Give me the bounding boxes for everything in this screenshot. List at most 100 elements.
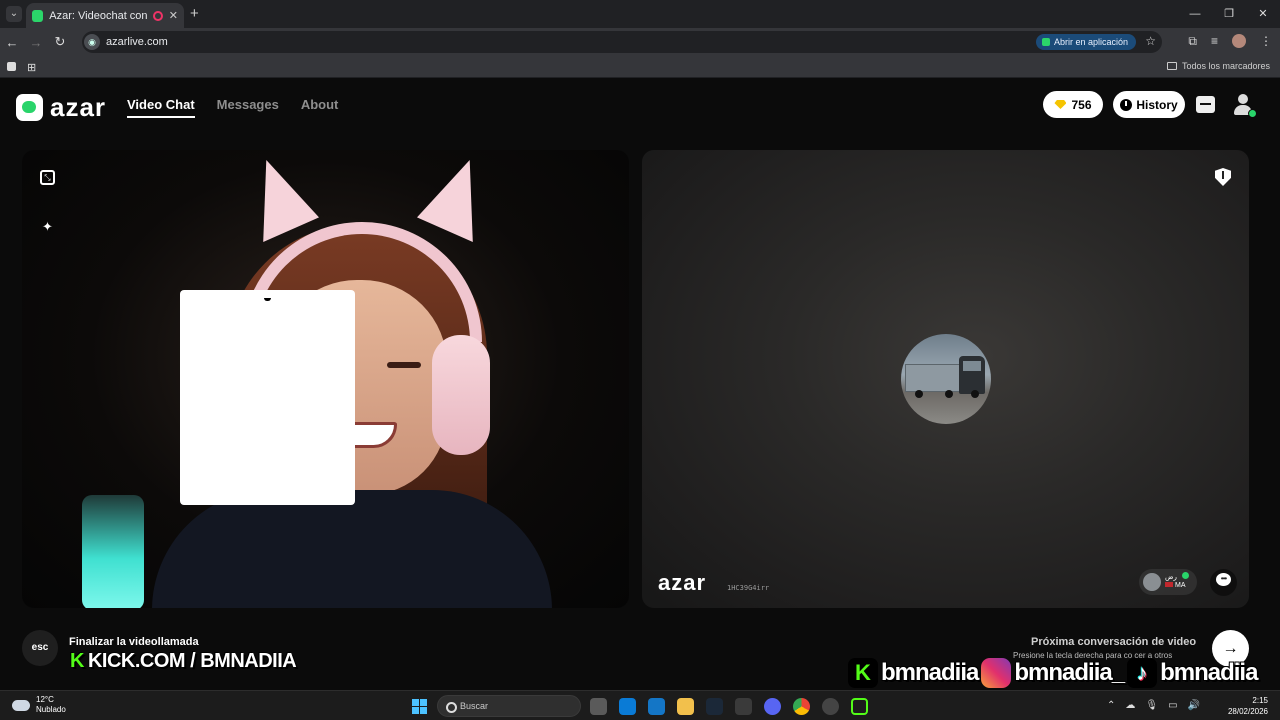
tab-close-icon[interactable]: ✕ xyxy=(169,9,178,22)
toolbar-right: ⧉ ≡ ⋮ xyxy=(1188,34,1272,49)
profile-button[interactable] xyxy=(1232,94,1257,118)
face-filter-icon[interactable] xyxy=(180,290,355,505)
weather-condition: Nublado xyxy=(36,705,66,714)
extensions-icon[interactable]: ⧉ xyxy=(1188,34,1197,49)
truck-windshield xyxy=(963,361,981,371)
recording-indicator-icon xyxy=(153,10,163,21)
nav-video-chat[interactable]: Video Chat xyxy=(127,97,195,118)
tiktok-logo-icon: ♪ xyxy=(1127,658,1158,688)
open-in-app-button[interactable]: Abrir en aplicación xyxy=(1035,34,1136,50)
kick-logo-icon: K xyxy=(70,650,84,672)
gem-icon xyxy=(1054,100,1067,109)
headphone-cup-right xyxy=(432,335,490,455)
browser-menu-icon[interactable]: ⋮ xyxy=(1260,34,1272,49)
tiktok-handle: bmnadiia xyxy=(1160,659,1258,686)
profile-avatar[interactable] xyxy=(1232,34,1246,48)
browser-tab[interactable]: Azar: Videochat con gente ✕ xyxy=(26,3,184,28)
local-video-panel: ⤡ ✦ xyxy=(22,150,629,608)
outlook-icon[interactable] xyxy=(648,698,665,715)
logo-text: azar xyxy=(50,92,107,122)
azar-logo[interactable]: azar xyxy=(16,92,106,123)
omnibox[interactable]: ◉ azarlive.com Abrir en aplicación ☆ xyxy=(82,31,1162,53)
end-call-label[interactable]: Finalizar la videollamada xyxy=(69,636,199,648)
eye-right xyxy=(387,362,421,368)
peer-country: MA xyxy=(1175,582,1186,589)
history-button[interactable]: History xyxy=(1113,91,1185,118)
media-controls-icon[interactable]: ≡ xyxy=(1211,34,1218,49)
gems-button[interactable]: 756 xyxy=(1043,91,1103,118)
store-icon[interactable] xyxy=(619,698,636,715)
browser-tab-bar: ⌄ Azar: Videochat con gente ✕ + — ❐ ✕ xyxy=(0,0,1280,28)
system-tray: ⌃ ☁ 🎙 ▭ 🔊 xyxy=(1107,700,1200,711)
folder-icon xyxy=(1166,62,1177,70)
taskbar-search[interactable]: Buscar xyxy=(437,695,581,717)
magic-wand-icon[interactable]: ✦ xyxy=(40,219,55,234)
site-info-icon[interactable]: ◉ xyxy=(84,34,100,50)
weather-temp: 12°C xyxy=(36,695,54,704)
history-label: History xyxy=(1136,97,1178,112)
cat-ear-left xyxy=(263,160,319,242)
stream-kick-overlay: K KICK.COM / BMNADIIA xyxy=(70,650,297,673)
azar-app: azar Video Chat Messages About 756 Histo… xyxy=(0,80,1280,690)
minimize-icon[interactable]: — xyxy=(1178,0,1212,28)
apps-grid-icon[interactable]: ⊞ xyxy=(27,61,36,74)
reload-icon[interactable]: ↻ xyxy=(48,34,72,50)
jacket-shape xyxy=(152,490,552,608)
discord-icon[interactable] xyxy=(764,698,781,715)
stream-social-overlay: K bmnadiia bmnadiia_ ♪ bmnadiia xyxy=(848,655,1272,691)
bookmarks-bar: ⊞ Todos los marcadores xyxy=(0,56,1280,78)
shop-icon[interactable] xyxy=(1196,96,1215,113)
microphone-icon[interactable]: 🎙 xyxy=(1145,700,1158,711)
close-window-icon[interactable]: ✕ xyxy=(1246,0,1280,28)
peer-avatar xyxy=(1143,573,1161,591)
nav-messages[interactable]: Messages xyxy=(217,97,279,118)
all-bookmarks-link[interactable]: Todos los marcadores xyxy=(1166,61,1270,71)
obs-icon[interactable] xyxy=(822,698,839,715)
kick-handle: bmnadiia xyxy=(881,659,979,686)
weather-text: 12°C Nublado xyxy=(36,695,66,715)
truck-wheel xyxy=(945,390,953,398)
bookmark-square-icon[interactable] xyxy=(7,62,16,71)
bookmark-star-icon[interactable]: ☆ xyxy=(1145,34,1156,48)
shield-exclamation xyxy=(1222,171,1224,179)
chat-bubble-button[interactable] xyxy=(1210,569,1237,596)
taskbar-clock[interactable]: 2:15 28/02/2026 xyxy=(1228,695,1268,717)
nav-about[interactable]: About xyxy=(301,97,339,118)
local-video-tools: ⤡ ✦ xyxy=(40,170,355,505)
verified-badge-icon xyxy=(1182,572,1189,579)
restore-icon[interactable]: ❐ xyxy=(1212,0,1246,28)
capture-icon[interactable] xyxy=(735,698,752,715)
truck-wheel xyxy=(971,390,979,398)
clock-date: 28/02/2026 xyxy=(1227,707,1268,716)
new-tab-button[interactable]: + xyxy=(190,5,199,22)
peer-info-chip[interactable]: رض MA xyxy=(1139,569,1197,595)
start-button[interactable] xyxy=(412,699,427,714)
file-explorer-icon[interactable] xyxy=(677,698,694,715)
url-text[interactable]: azarlive.com xyxy=(106,36,168,48)
azar-logo-icon xyxy=(16,94,43,121)
window-controls: — ❐ ✕ xyxy=(1178,0,1280,28)
remote-watermark-logo: azar xyxy=(658,570,707,595)
pinned-apps xyxy=(590,698,868,715)
onedrive-icon[interactable]: ☁ xyxy=(1125,700,1135,711)
cat-ear-right xyxy=(417,160,473,242)
network-icon[interactable]: ▭ xyxy=(1168,700,1177,711)
address-bar-row: ← → ↻ ◉ azarlive.com Abrir en aplicación… xyxy=(0,28,1280,56)
forward-icon[interactable]: → xyxy=(24,35,48,50)
steam-icon[interactable] xyxy=(706,698,723,715)
session-id: 1HC39G4irr xyxy=(727,584,770,592)
microphone-shape xyxy=(82,495,144,608)
next-conversation-label: Próxima conversación de video xyxy=(1031,636,1197,648)
back-icon[interactable]: ← xyxy=(0,35,24,50)
kick-overlay-text: KICK.COM / BMNADIIA xyxy=(87,650,297,672)
esc-button[interactable]: esc xyxy=(22,630,58,666)
instagram-logo-icon xyxy=(981,658,1012,688)
tray-chevron-icon[interactable]: ⌃ xyxy=(1107,700,1115,711)
task-view-icon[interactable] xyxy=(590,698,607,715)
streamer-app-icon[interactable] xyxy=(851,698,868,715)
tab-search-chevron-icon[interactable]: ⌄ xyxy=(6,6,22,22)
minimize-video-icon[interactable]: ⤡ xyxy=(40,170,55,185)
chrome-icon[interactable] xyxy=(793,698,810,715)
weather-widget[interactable]: 12°C Nublado xyxy=(12,695,66,715)
volume-icon[interactable]: 🔊 xyxy=(1188,700,1200,711)
